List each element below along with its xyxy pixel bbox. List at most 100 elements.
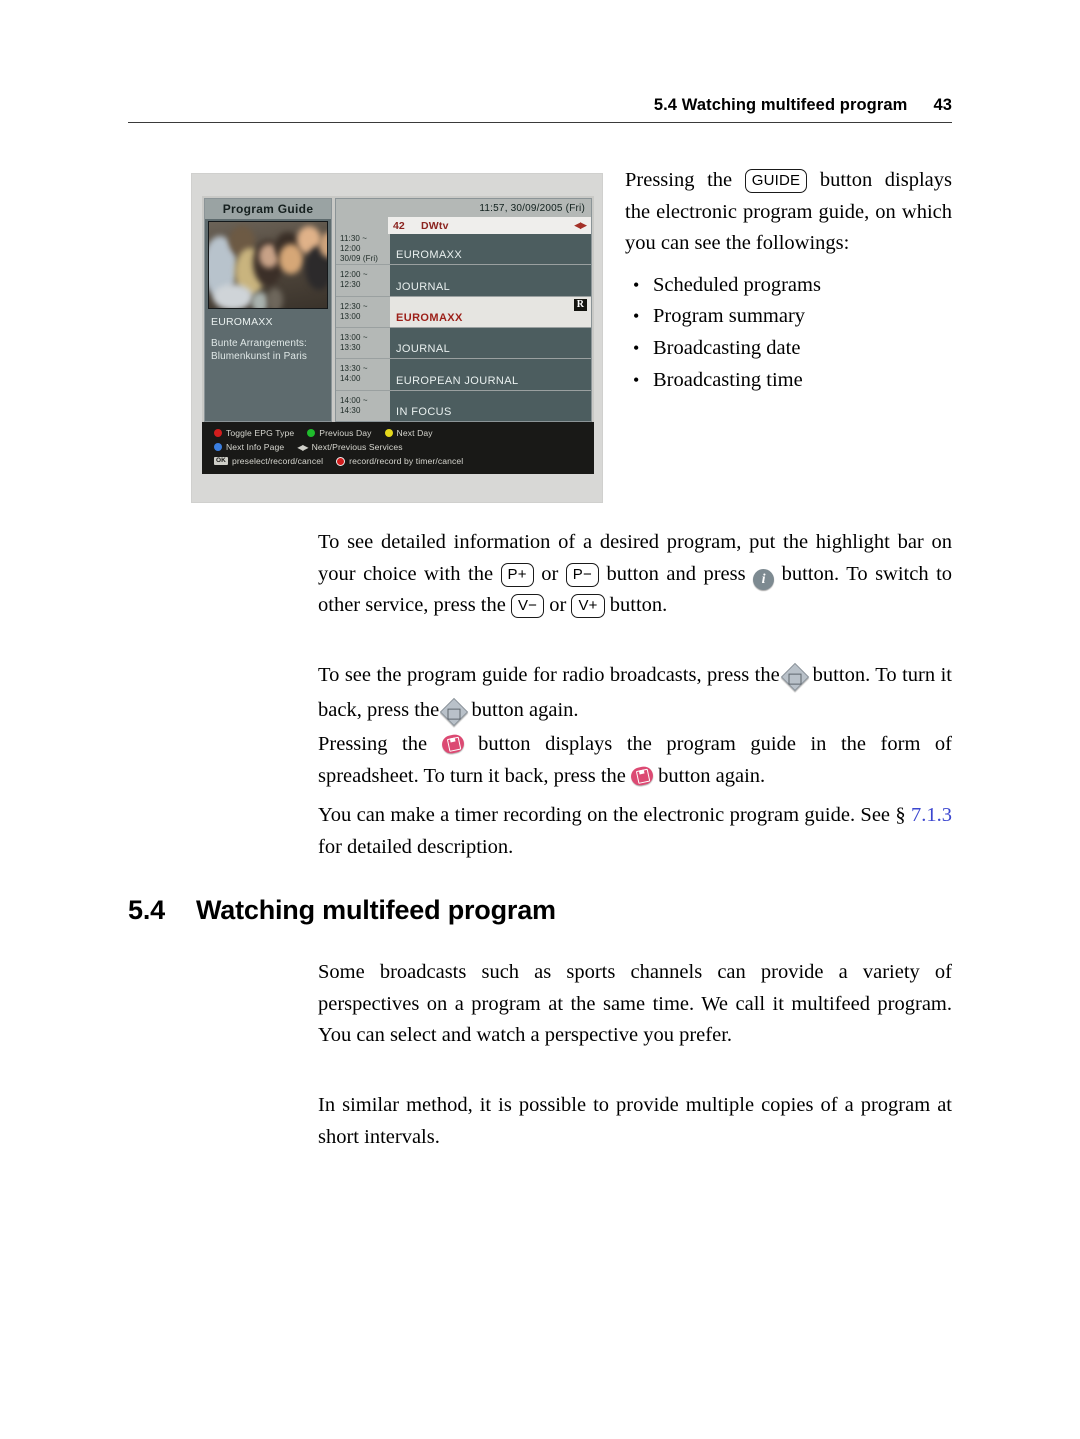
p1-text-b: button and press bbox=[606, 562, 746, 585]
p4-text-b: for detailed description. bbox=[318, 835, 514, 858]
p2-text-a: To see the program guide for radio broad… bbox=[318, 664, 780, 686]
intro-column: Pressing the GUIDE button displays the e… bbox=[625, 165, 952, 396]
selected-channel-name: EUROMAXX bbox=[211, 316, 273, 328]
legend-label: Next Day bbox=[396, 428, 433, 438]
epg-channel-box[interactable]: 42 DWtv ◀▶ bbox=[388, 217, 591, 234]
list-item: Scheduled programs bbox=[633, 270, 952, 302]
epg-row-time-range: 13:00 ~ 13:30 bbox=[340, 333, 368, 353]
table-row[interactable]: 11:30 ~ 12:00 30/09 (Fri) EUROMAXX bbox=[336, 234, 591, 266]
epg-row-time: 12:00 ~ 12:30 bbox=[336, 265, 388, 296]
epg-row-title[interactable]: EUROPEAN JOURNAL bbox=[388, 359, 591, 390]
table-row[interactable]: 13:30 ~ 14:00 EUROPEAN JOURNAL bbox=[336, 359, 591, 391]
legend-toggle-epg-type[interactable]: Toggle EPG Type bbox=[214, 428, 294, 438]
epg-feature-list: Scheduled programs Program summary Broad… bbox=[625, 270, 952, 396]
info-icon[interactable]: i bbox=[753, 568, 775, 590]
p3-text-c: button again. bbox=[658, 764, 766, 787]
paragraph-text: Some broadcasts such as sports channels … bbox=[318, 961, 952, 1047]
legend-next-previous-services[interactable]: ◀▶ Next/Previous Services bbox=[297, 442, 402, 452]
table-row[interactable]: 13:00 ~ 13:30 JOURNAL bbox=[336, 327, 591, 360]
legend-ok-preselect[interactable]: OK preselect/record/cancel bbox=[214, 456, 323, 466]
epg-row-time-range: 13:30 ~ 14:00 bbox=[340, 364, 368, 384]
header-divider bbox=[128, 122, 952, 123]
preview-video-thumbnail bbox=[208, 221, 328, 309]
epg-row-time: 14:00 ~ 14:30 bbox=[336, 390, 388, 421]
tv-radio-toggle-icon[interactable] bbox=[440, 697, 469, 730]
p4-text-a: You can make a timer recording on the el… bbox=[318, 804, 906, 826]
epg-row-title[interactable]: IN FOCUS bbox=[388, 390, 591, 421]
legend-next-day[interactable]: Next Day bbox=[384, 428, 433, 438]
paragraph-multifeed-similar: In similar method, it is possible to pro… bbox=[318, 1090, 952, 1153]
paragraph-multifeed-intro: Some broadcasts such as sports channels … bbox=[318, 957, 952, 1052]
intro-paragraph: Pressing the GUIDE button displays the e… bbox=[625, 165, 952, 260]
epg-row-title[interactable]: JOURNAL bbox=[388, 265, 591, 296]
paragraph-text: To see the program guide for radio broad… bbox=[318, 660, 952, 729]
epg-row-time-range: 12:30 ~ 13:00 bbox=[340, 301, 368, 321]
intro-text-before-key: Pressing the bbox=[625, 169, 733, 191]
legend-record[interactable]: record/record by timer/cancel bbox=[336, 456, 463, 466]
p-minus-key-button[interactable]: P− bbox=[565, 562, 599, 587]
epg-channel-selector[interactable]: 42 DWtv ◀▶ bbox=[336, 217, 591, 234]
epg-row-date: 30/09 (Fri) bbox=[340, 254, 378, 264]
epg-row-title[interactable]: JOURNAL bbox=[388, 327, 591, 359]
section-title: Watching multifeed program bbox=[196, 895, 556, 925]
page-running-header: 5.4 Watching multifeed program 43 bbox=[128, 96, 952, 123]
epg-row-time: 13:00 ~ 13:30 bbox=[336, 327, 388, 359]
epg-row-time: 12:30 ~ 13:00 bbox=[336, 296, 388, 327]
paragraph-detailed-info: To see detailed information of a desired… bbox=[318, 527, 952, 622]
blue-button-icon bbox=[214, 443, 222, 451]
p-plus-key-button[interactable]: P+ bbox=[500, 562, 534, 587]
epg-screenshot-figure: Program Guide EUROMAXX Bunte Arrangement… bbox=[191, 173, 603, 503]
list-item: Broadcasting date bbox=[633, 333, 952, 365]
p3-text-a: Pressing the bbox=[318, 733, 428, 755]
epg-body: Program Guide EUROMAXX Bunte Arrangement… bbox=[202, 196, 594, 422]
channel-prev-next-arrows-icon[interactable]: ◀▶ bbox=[574, 220, 587, 231]
epg-row-title[interactable]: EUROMAXX bbox=[388, 234, 591, 265]
p2-text-c: button again. bbox=[471, 698, 579, 721]
legend-label: Next Info Page bbox=[226, 442, 285, 452]
list-item: Program summary bbox=[633, 301, 952, 333]
epg-row-time-range: 11:30 ~ 12:00 bbox=[340, 234, 368, 254]
tv-radio-toggle-icon[interactable] bbox=[781, 662, 810, 695]
epg-legend-bar: Toggle EPG Type Previous Day Next Day Ne… bbox=[202, 422, 594, 474]
legend-label: Toggle EPG Type bbox=[226, 428, 295, 438]
program-guide-screen: Program Guide EUROMAXX Bunte Arrangement… bbox=[202, 196, 594, 474]
v-minus-key-button[interactable]: V− bbox=[510, 594, 545, 619]
legend-line-1: Toggle EPG Type Previous Day Next Day bbox=[214, 426, 594, 440]
p1-text-d: button. bbox=[609, 594, 668, 617]
epg-channel-name: DWtv bbox=[421, 219, 449, 232]
table-row-selected[interactable]: 12:30 ~ 13:00 EUROMAXX R bbox=[336, 296, 591, 328]
epg-row-time-range: 14:00 ~ 14:30 bbox=[340, 395, 368, 415]
v-plus-key-button[interactable]: V+ bbox=[571, 594, 605, 619]
epg-row-time-range: 12:00 ~ 12:30 bbox=[340, 270, 368, 290]
page-number: 43 bbox=[933, 96, 952, 114]
paragraph-text: To see detailed information of a desired… bbox=[318, 527, 952, 622]
epg-row-time: 13:30 ~ 14:00 bbox=[336, 359, 388, 390]
guide-key-button[interactable]: GUIDE bbox=[744, 169, 808, 193]
table-row[interactable]: 14:00 ~ 14:30 IN FOCUS bbox=[336, 390, 591, 421]
spreadsheet-icon[interactable] bbox=[629, 764, 655, 787]
red-button-icon bbox=[214, 429, 222, 437]
epg-row-title-text: EUROMAXX bbox=[396, 311, 463, 324]
legend-next-info-page[interactable]: Next Info Page bbox=[214, 442, 284, 452]
epg-datetime: 11:57, 30/09/2005 (Fri) bbox=[336, 199, 591, 217]
p1-or-1: or bbox=[541, 562, 559, 585]
p1-or-2: or bbox=[549, 594, 567, 617]
page-header-title: 5.4 Watching multifeed program bbox=[653, 96, 908, 114]
legend-line-2: Next Info Page ◀▶ Next/Previous Services bbox=[214, 440, 594, 454]
legend-label: preselect/record/cancel bbox=[231, 456, 324, 466]
legend-label: Next/Previous Services bbox=[311, 442, 403, 452]
spreadsheet-icon[interactable] bbox=[439, 732, 466, 756]
ok-button-icon: OK bbox=[214, 456, 228, 466]
selected-program-description: Bunte Arrangements: Blumenkunst in Paris bbox=[211, 338, 307, 362]
epg-row-time: 11:30 ~ 12:00 30/09 (Fri) bbox=[336, 234, 388, 265]
section-cross-reference-link[interactable]: 7.1.3 bbox=[911, 804, 952, 826]
table-row[interactable]: 12:00 ~ 12:30 JOURNAL bbox=[336, 265, 591, 297]
paragraph-text: You can make a timer recording on the el… bbox=[318, 800, 952, 863]
legend-previous-day[interactable]: Previous Day bbox=[307, 428, 371, 438]
epg-right-panel: 11:57, 30/09/2005 (Fri) 42 DWtv ◀▶ 11:30… bbox=[335, 198, 592, 422]
paragraph-text: Pressing the button displays the program… bbox=[318, 729, 952, 792]
paragraph-radio-guide: To see the program guide for radio broad… bbox=[318, 660, 952, 729]
program-guide-title: Program Guide bbox=[205, 199, 331, 219]
epg-row-title[interactable]: EUROMAXX R bbox=[388, 296, 591, 327]
epg-left-panel: Program Guide EUROMAXX Bunte Arrangement… bbox=[204, 198, 332, 422]
